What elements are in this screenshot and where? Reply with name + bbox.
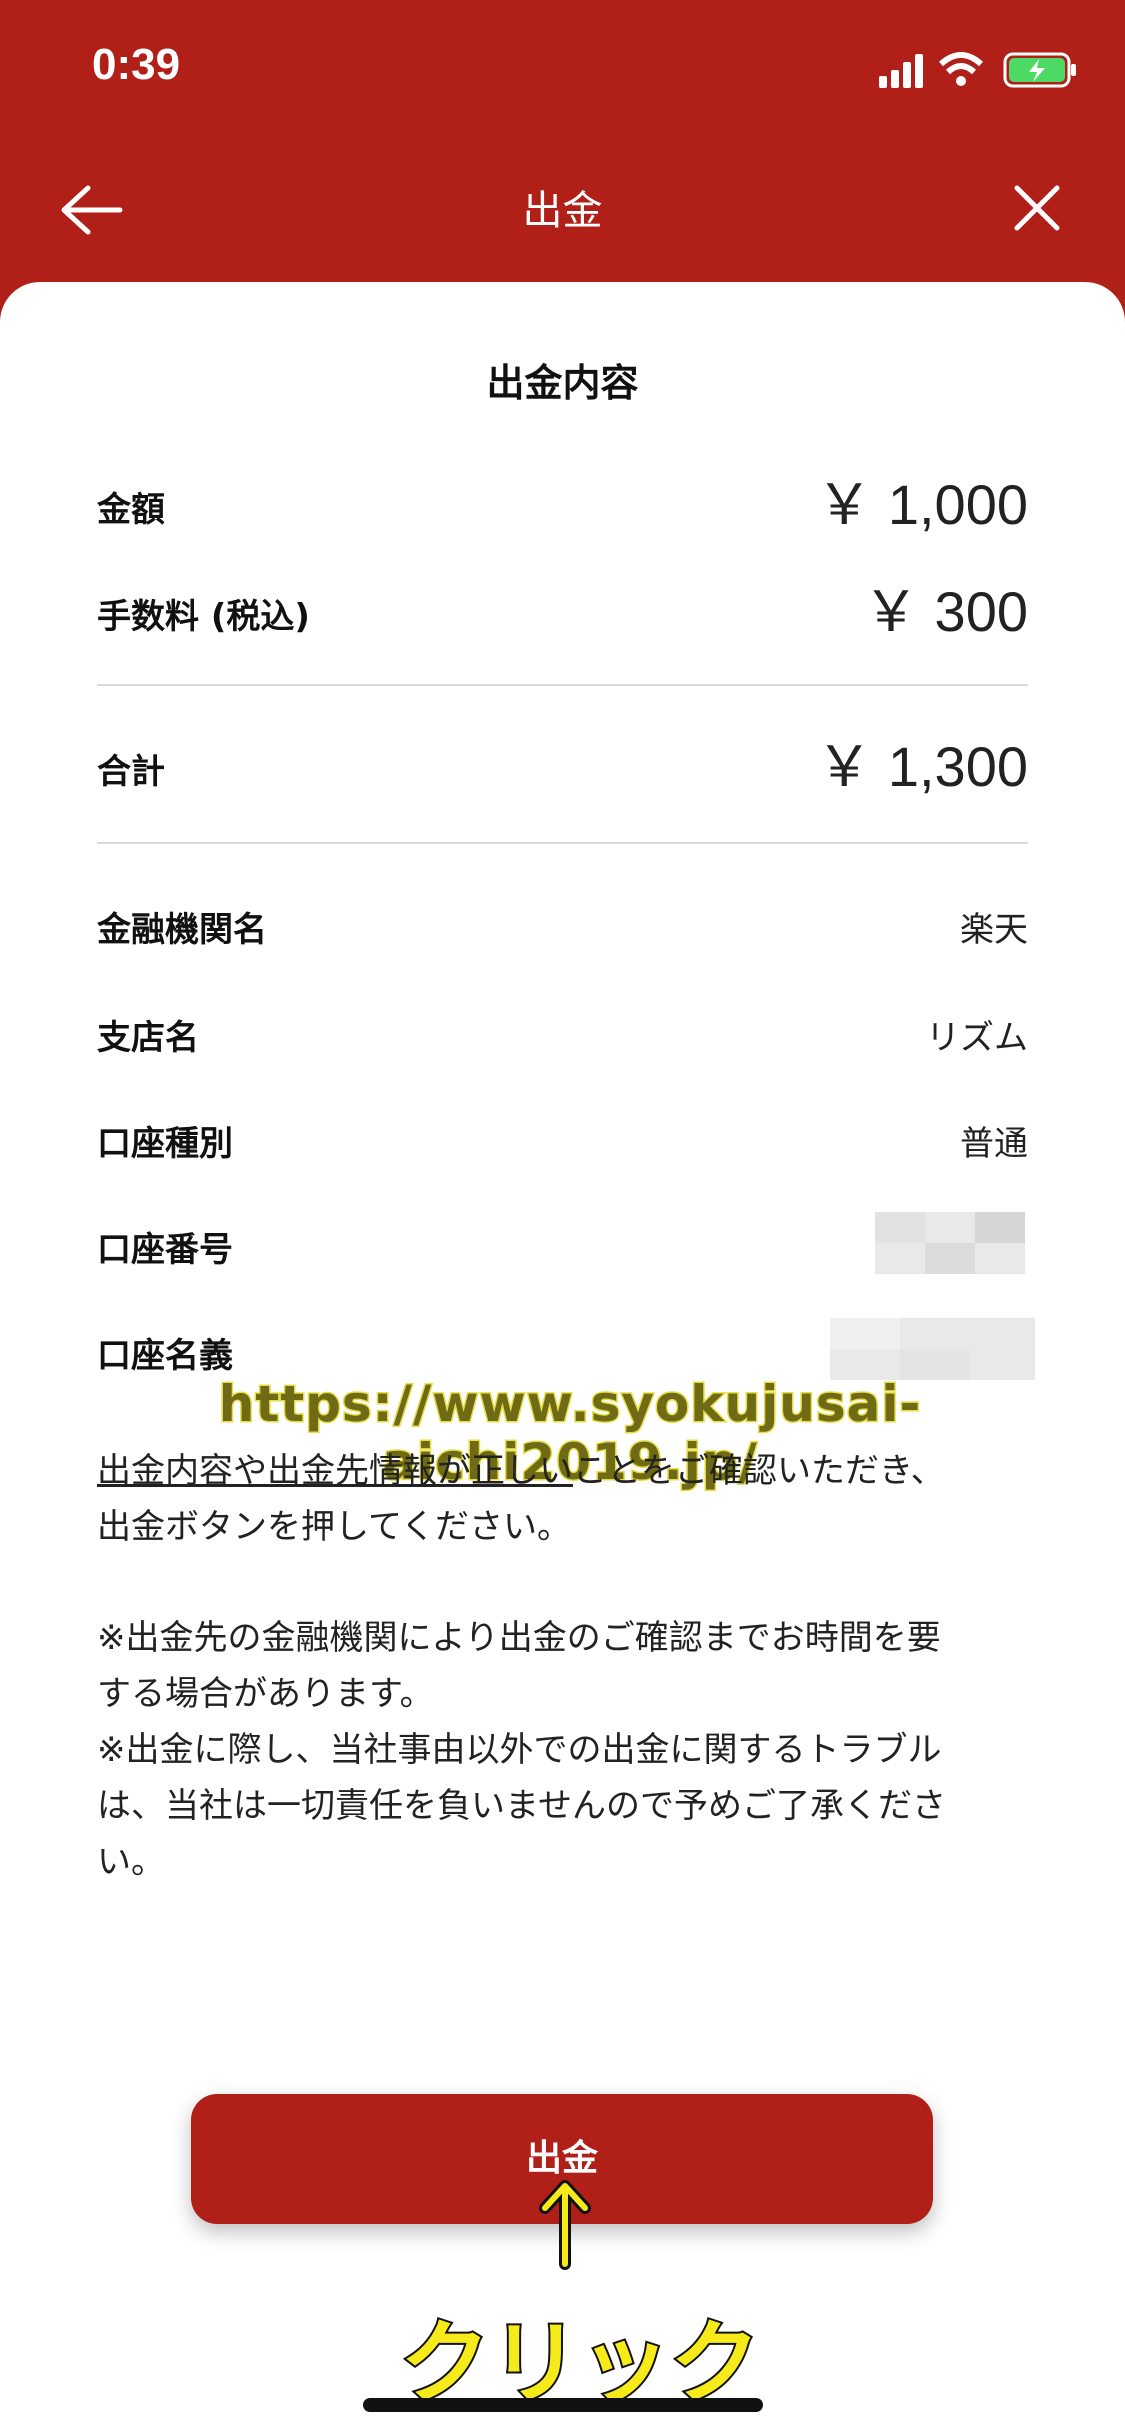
note-line: ※出金先の金融機関により出金のご確認までお時間を要 bbox=[97, 1618, 941, 1658]
signal-wifi-battery-icon bbox=[879, 52, 1076, 88]
fee-label: 手数料 (税込) bbox=[97, 597, 310, 637]
institution-value: 楽天 bbox=[960, 910, 1028, 950]
arrow-up-icon bbox=[539, 2180, 591, 2270]
note-line: は、当社は一切責任を負いませんので予めご了承くださ bbox=[97, 1786, 946, 1826]
section-title: 出金内容 bbox=[486, 361, 639, 405]
note-line: ※出金に際し、当社事由以外での出金に関するトラブル bbox=[97, 1730, 942, 1770]
amount-value: ￥ 1,000 bbox=[816, 473, 1028, 536]
account-number-label: 口座番号 bbox=[97, 1230, 233, 1270]
amount-label: 金額 bbox=[97, 490, 165, 530]
account-number-blurred bbox=[875, 1212, 1025, 1274]
note-line: い。 bbox=[97, 1842, 165, 1882]
page-title: 出金 bbox=[522, 188, 603, 234]
fee-value: ￥ 300 bbox=[863, 580, 1028, 643]
total-label: 合計 bbox=[97, 752, 165, 792]
notice-line2: 出金ボタンを押してください。 bbox=[97, 1507, 571, 1547]
account-holder-label: 口座名義 bbox=[97, 1336, 233, 1376]
branch-label: 支店名 bbox=[97, 1018, 199, 1058]
close-button[interactable] bbox=[1009, 180, 1065, 236]
status-bar: 0:39 bbox=[0, 0, 1125, 140]
notice-underlined: 出金内容や出金先情報が正しい bbox=[97, 1451, 573, 1491]
note-line: する場合があります。 bbox=[97, 1674, 434, 1714]
home-indicator[interactable] bbox=[363, 2398, 763, 2412]
status-time: 0:39 bbox=[92, 40, 181, 89]
institution-label: 金融機関名 bbox=[97, 910, 267, 950]
notes: ※出金先の金融機関により出金のご確認までお時間を要 する場合があります。 ※出金… bbox=[97, 1610, 1037, 1890]
close-icon bbox=[1014, 185, 1060, 231]
status-icons bbox=[879, 50, 1079, 90]
divider bbox=[97, 684, 1028, 686]
confirmation-notice: 出金内容や出金先情報が正しいことをご確認いただき、 出金ボタンを押してください。 bbox=[97, 1443, 1037, 1555]
account-type-label: 口座種別 bbox=[97, 1124, 233, 1164]
account-type-value: 普通 bbox=[960, 1124, 1028, 1164]
divider bbox=[97, 842, 1028, 844]
branch-value: リズム bbox=[926, 1018, 1028, 1058]
account-holder-blurred bbox=[830, 1318, 1035, 1380]
total-value: ￥ 1,300 bbox=[816, 735, 1028, 798]
nav-bar: 出金 bbox=[0, 140, 1125, 280]
notice-rest: ことをご確認いただき、 bbox=[573, 1451, 945, 1491]
